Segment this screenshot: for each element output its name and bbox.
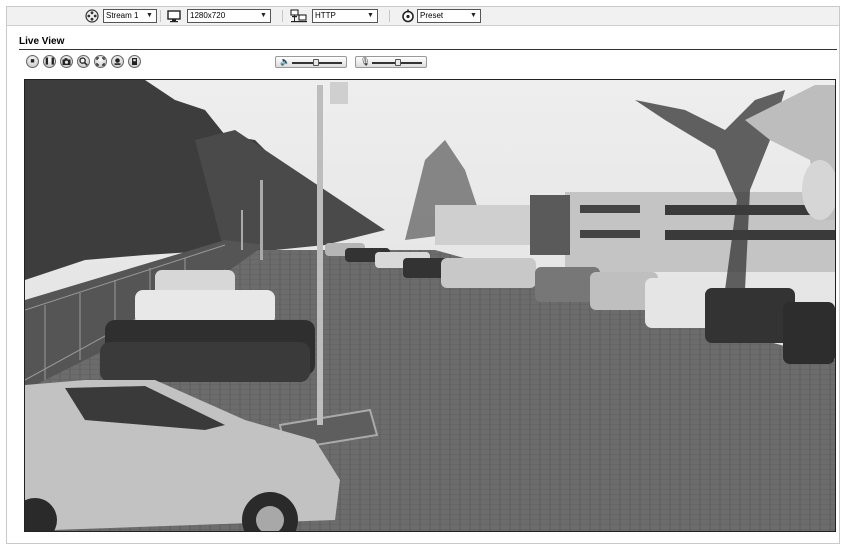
trigger-icon [114, 58, 121, 65]
stream-toolbar: Stream 1 ▼ 1280x720 ▼ HTTP ▼ Preset ▼ [7, 7, 839, 26]
speaker-volume-handle[interactable] [313, 59, 319, 66]
stream-select-value: Stream 1 [106, 11, 139, 20]
camera-scene [25, 80, 835, 531]
ptz-preset-icon [401, 9, 415, 23]
speaker-icon: 🔈 [280, 57, 290, 66]
preset-select[interactable]: Preset ▼ [417, 9, 481, 23]
preset-group: Preset ▼ [401, 9, 481, 23]
pause-button[interactable]: ❚❚ [43, 55, 56, 68]
monitor-icon [167, 9, 181, 23]
live-video-feed[interactable] [24, 79, 836, 532]
toolbar-divider [160, 10, 161, 22]
magnifier-icon [79, 57, 88, 66]
record-icon [132, 58, 137, 65]
player-controls: ■ ❚❚ [26, 55, 145, 70]
fullscreen-button[interactable] [94, 55, 107, 68]
record-button[interactable] [128, 55, 141, 68]
page-title: Live View [19, 36, 65, 47]
microphone-volume-handle[interactable] [395, 59, 401, 66]
resolution-select[interactable]: 1280x720 ▼ [187, 9, 271, 23]
title-divider [19, 49, 837, 50]
protocol-group: HTTP ▼ [290, 9, 378, 23]
chevron-down-icon: ▼ [367, 12, 374, 19]
speaker-volume-slider[interactable]: 🔈 [275, 56, 347, 68]
zoom-button[interactable] [77, 55, 90, 68]
toolbar-divider [282, 10, 283, 22]
stop-icon: ■ [30, 58, 35, 65]
chevron-down-icon: ▼ [470, 12, 477, 19]
chevron-down-icon: ▼ [146, 12, 153, 19]
fullscreen-icon [96, 57, 105, 66]
protocol-select[interactable]: HTTP ▼ [312, 9, 378, 23]
camera-icon [62, 58, 71, 65]
protocol-select-value: HTTP [315, 11, 336, 20]
chevron-down-icon: ▼ [260, 12, 267, 19]
film-reel-icon [85, 9, 99, 23]
snapshot-button[interactable] [60, 55, 73, 68]
resolution-group: 1280x720 ▼ [167, 9, 271, 23]
pause-icon: ❚❚ [44, 58, 56, 65]
microphone-volume-slider[interactable]: 🎙 [355, 56, 427, 68]
microphone-icon: 🎙 [360, 57, 371, 66]
stream-group: Stream 1 ▼ [85, 9, 157, 23]
resolution-select-value: 1280x720 [190, 11, 226, 20]
stream-select[interactable]: Stream 1 ▼ [103, 9, 157, 23]
network-icon [290, 9, 308, 23]
manual-trigger-button[interactable] [111, 55, 124, 68]
toolbar-divider [389, 10, 390, 22]
preset-select-value: Preset [420, 11, 444, 20]
stop-button[interactable]: ■ [26, 55, 39, 68]
